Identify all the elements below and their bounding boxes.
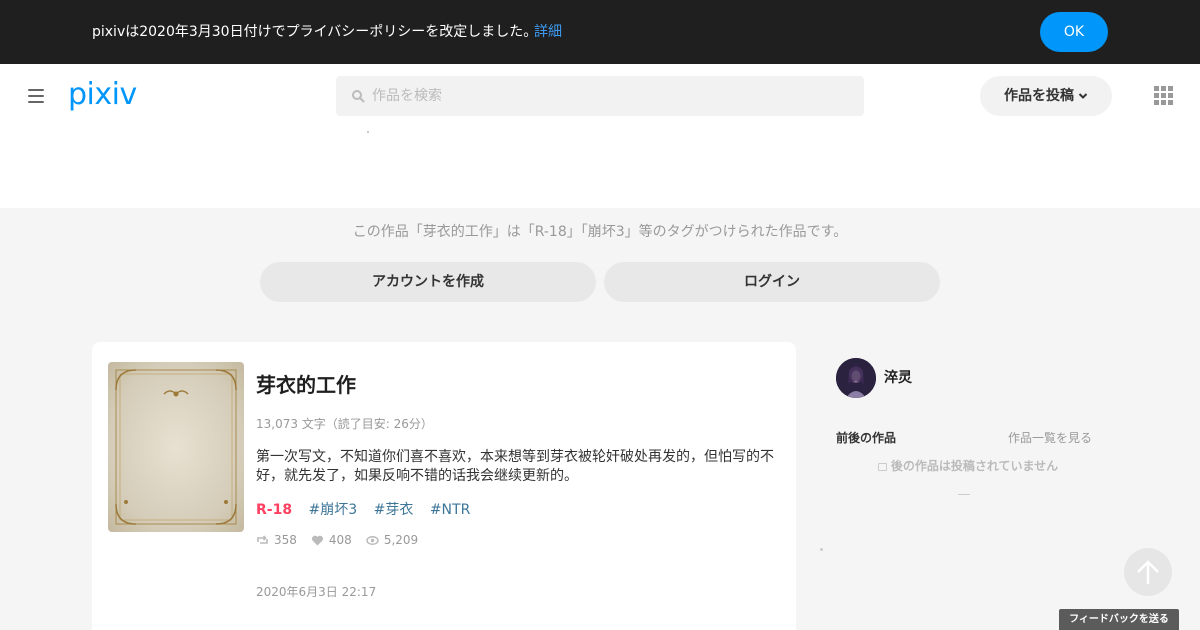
view-count: 5,209 [383,533,419,547]
adjacent-works-heading: 前後の作品 [836,431,897,445]
chevron-down-icon [1078,93,1088,99]
scroll-to-top-button[interactable] [1124,548,1172,596]
no-next-work-text: 後の作品は投稿されていません [890,459,1059,473]
retweet-stat: 358 [256,532,297,548]
heart-icon [311,535,323,545]
work-cover-image[interactable] [108,362,244,532]
search-icon [352,90,365,103]
privacy-banner: pixivは2020年3月30日付けでプライバシーポリシーを改定しました。 詳細… [0,0,1200,64]
create-account-button[interactable]: アカウントを作成 [260,262,596,302]
search-input[interactable] [372,76,852,116]
eye-icon [366,535,379,545]
no-next-work-message: 後の作品は投稿されていません [836,458,1100,474]
search-box[interactable] [336,76,864,116]
avatar-icon [836,358,876,398]
work-title[interactable]: 芽衣的工作 [256,372,356,398]
login-button[interactable]: ログイン [604,262,940,302]
ok-button[interactable]: OK [1040,12,1108,52]
divider [958,494,970,495]
arrow-up-icon [1137,560,1159,584]
signup-prompt: この作品「芽衣的工作」は「R-18」「崩坏3」等のタグがつけられた作品です。 ア… [0,208,1200,318]
folder-icon [877,463,887,471]
retweet-icon [257,534,268,544]
work-card: 芽衣的工作 13,073 文字（読了目安: 26分） 第一次写文，不知道你们喜不… [92,342,796,630]
site-header: pixiv 作品を投稿 [0,64,1200,128]
privacy-message: pixivは2020年3月30日付けでプライバシーポリシーを改定しました。 [92,24,538,40]
work-date: 2020年6月3日 22:17 [256,585,377,599]
view-stat: 5,209 [366,532,418,548]
author-name[interactable]: 淬灵 [884,369,912,387]
tag-r18[interactable]: R-18 [256,502,292,518]
pixiv-logo[interactable]: pixiv [68,76,137,114]
view-works-list-link[interactable]: 作品一覧を見る [1008,430,1092,446]
post-work-button[interactable]: 作品を投稿 [980,76,1112,116]
retweet-count: 358 [274,533,297,547]
tag-mei[interactable]: #芽衣 [374,502,414,518]
signup-prompt-message: この作品「芽衣的工作」は「R-18」「崩坏3」等のタグがつけられた作品です。 [352,224,848,240]
like-count: 408 [328,533,352,547]
like-stat: 408 [311,532,352,548]
feedback-button[interactable]: フィードバックを送る [1059,609,1179,630]
main-area: 芽衣的工作 13,073 文字（読了目安: 26分） 第一次写文，不知道你们喜不… [0,318,1200,630]
author-avatar[interactable] [836,358,876,398]
tag-houkai3[interactable]: #崩坏3 [309,502,358,518]
privacy-details-link[interactable]: 詳細 [534,23,562,41]
apps-grid-icon[interactable] [1154,86,1174,106]
decorative-dot [367,131,369,133]
work-meta: 13,073 文字（読了目安: 26分） [256,417,433,431]
tag-ntr[interactable]: #NTR [430,502,470,518]
tag-list: R-18 #崩坏3 #芽衣 #NTR [256,500,482,520]
work-stats: 358 408 5,209 [256,532,418,548]
work-description: 第一次写文，不知道你们喜不喜欢，本来想等到芽衣被轮奸破处再发的，但怕写的不好，就… [256,449,774,484]
menu-icon[interactable] [28,89,44,103]
ornate-frame-icon [115,369,237,525]
post-work-label: 作品を投稿 [1004,88,1074,104]
decorative-dot [820,548,823,551]
